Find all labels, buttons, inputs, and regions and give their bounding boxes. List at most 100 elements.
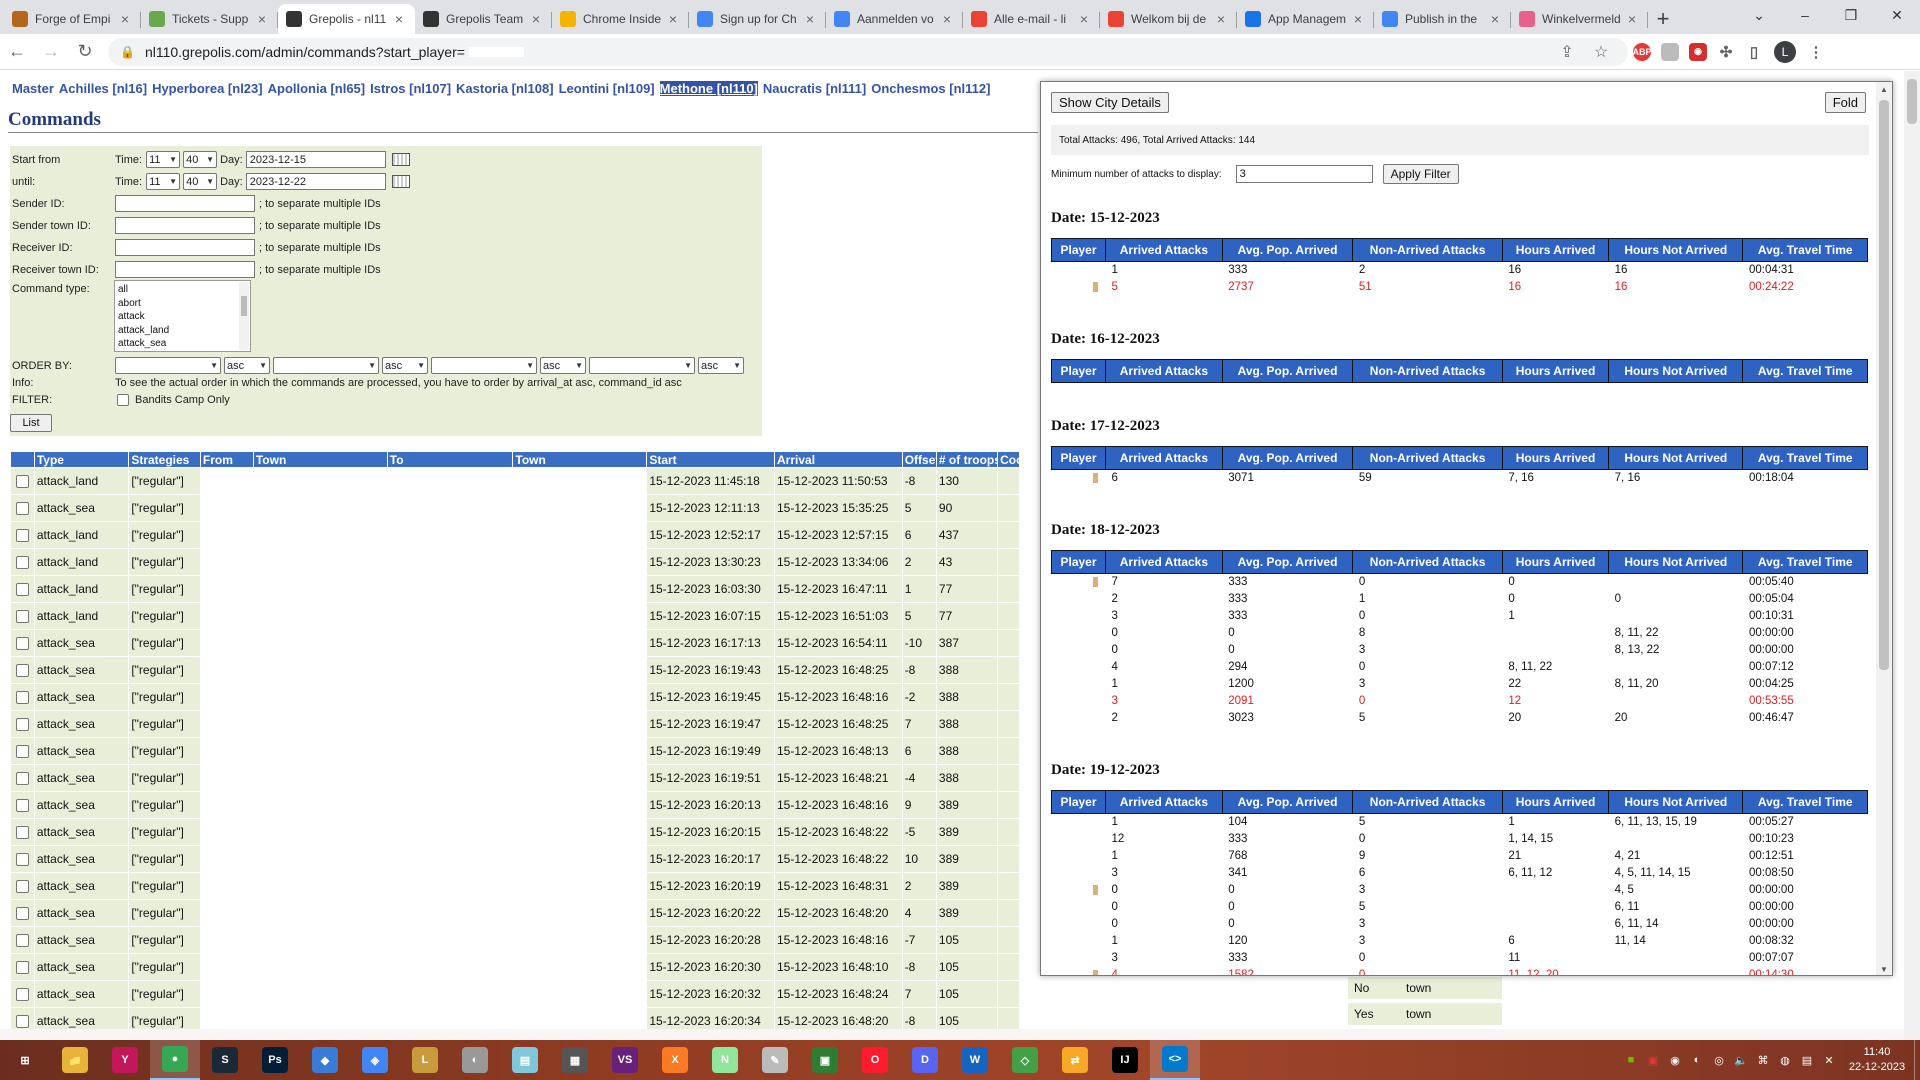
reload-icon[interactable]: ↻ <box>68 35 102 69</box>
taskbar-vscode[interactable]: <> <box>1150 1040 1200 1080</box>
receiver-town-input[interactable] <box>115 261 255 278</box>
row-checkbox[interactable] <box>11 684 34 710</box>
browser-tab[interactable]: Chrome Inside × <box>552 4 689 34</box>
nvidia-icon[interactable]: ■ <box>1620 1054 1642 1066</box>
row-checkbox[interactable] <box>11 495 34 521</box>
new-tab-button[interactable]: + <box>1648 4 1678 34</box>
tab-search-chevron-icon[interactable]: ⌄ <box>1736 0 1782 30</box>
address-bar[interactable]: 🔒 nl110.grepolis.com/admin/commands?star… <box>108 37 1628 66</box>
column-header[interactable]: Coo <box>998 452 1019 467</box>
sender-town-input[interactable] <box>115 217 255 234</box>
server-link[interactable]: Kastoria [nl108] <box>456 81 554 96</box>
adblock-extension-icon[interactable]: ABP <box>1628 38 1656 66</box>
tray-app-icon[interactable]: ◎ <box>1708 1054 1730 1067</box>
taskbar-windows-start[interactable]: ⊞ <box>0 1040 50 1080</box>
tab-close-icon[interactable]: × <box>939 11 955 27</box>
clock[interactable]: 11:40 22-12-2023 <box>1840 1045 1914 1075</box>
column-header[interactable]: Offset <box>902 452 936 467</box>
taskbar-app-diamond[interactable]: ◇ <box>1000 1040 1050 1080</box>
until-hour-select[interactable]: 11 ▼ <box>146 173 181 190</box>
row-checkbox[interactable] <box>11 927 34 953</box>
row-checkbox[interactable] <box>11 630 34 656</box>
browser-tab[interactable]: Sign up for Ch × <box>689 4 826 34</box>
browser-tab[interactable]: Aanmelden vo × <box>826 4 963 34</box>
start-hour-select[interactable]: 11 ▼ <box>146 151 181 168</box>
bookmark-star-icon[interactable]: ☆ <box>1586 42 1616 62</box>
until-minute-select[interactable]: 40 ▼ <box>183 173 218 190</box>
taskbar-notepadpp[interactable]: N <box>700 1040 750 1080</box>
fold-button[interactable]: Fold <box>1824 92 1866 113</box>
tray-app-icon[interactable]: ◐ <box>1686 1054 1708 1066</box>
server-link[interactable]: Istros [nl107] <box>370 81 451 96</box>
row-checkbox[interactable] <box>11 765 34 791</box>
tray-app-icon[interactable]: ◍ <box>1774 1054 1796 1067</box>
volume-icon[interactable]: 🔈 <box>1730 1054 1752 1067</box>
min-attacks-input[interactable]: 3 <box>1235 165 1373 183</box>
lock-icon[interactable]: 🔒 <box>120 45 135 59</box>
tab-close-icon[interactable]: × <box>254 11 270 27</box>
browser-tab[interactable]: Tickets - Supp × <box>141 4 278 34</box>
network-icon[interactable]: ⌘ <box>1752 1054 1774 1067</box>
until-day-input[interactable]: 2023-12-22 <box>245 173 386 190</box>
extension-red-icon[interactable]: ◉ <box>1684 38 1712 66</box>
tab-close-icon[interactable]: × <box>1213 11 1229 27</box>
server-link[interactable]: Master <box>12 81 54 96</box>
order-field-4-select[interactable]: ▼ <box>589 357 695 374</box>
share-icon[interactable]: ⇪ <box>1552 42 1582 62</box>
column-header[interactable]: Town <box>253 452 387 467</box>
browser-tab[interactable]: Forge of Empi × <box>4 4 141 34</box>
row-checkbox[interactable] <box>11 981 34 1007</box>
row-checkbox[interactable] <box>11 603 34 629</box>
server-link[interactable]: Leontini [nl109] <box>559 81 655 96</box>
order-dir-4-select[interactable]: asc ▼ <box>698 357 744 374</box>
row-checkbox[interactable] <box>11 522 34 548</box>
horizontal-scrollbar[interactable] <box>0 1029 1904 1040</box>
column-header[interactable]: To <box>387 452 513 467</box>
taskbar-app-pal[interactable]: ◐ <box>450 1040 500 1080</box>
listbox-scrollbar[interactable] <box>239 282 249 350</box>
tab-close-icon[interactable]: × <box>665 11 681 27</box>
column-header[interactable]: Start <box>647 452 774 467</box>
row-checkbox[interactable] <box>11 900 34 926</box>
command-type-option[interactable]: attack_land <box>118 324 247 338</box>
taskbar-league[interactable]: L <box>400 1040 450 1080</box>
column-header[interactable]: Town <box>513 452 647 467</box>
order-dir-2-select[interactable]: asc ▼ <box>382 357 428 374</box>
row-checkbox[interactable] <box>11 468 34 494</box>
show-desktop-button[interactable] <box>1914 1040 1920 1080</box>
start-minute-select[interactable]: 40 ▼ <box>183 151 218 168</box>
row-checkbox[interactable] <box>11 954 34 980</box>
taskbar-chrome[interactable]: ● <box>150 1040 200 1080</box>
row-checkbox[interactable] <box>11 576 34 602</box>
tray-app-icon[interactable]: ▤ <box>1796 1054 1818 1067</box>
server-link[interactable]: Onchesmos [nl112] <box>871 81 990 96</box>
tray-app-icon[interactable]: ◉ <box>1664 1054 1686 1067</box>
row-checkbox[interactable] <box>11 711 34 737</box>
taskbar-app-sheet[interactable]: ▣ <box>800 1040 850 1080</box>
column-header[interactable]: From <box>200 452 253 467</box>
panel-scrollbar[interactable]: ▲ ▼ <box>1876 82 1892 975</box>
taskbar-calculator[interactable]: ▦ <box>550 1040 600 1080</box>
profile-avatar[interactable]: L <box>1774 40 1796 63</box>
extensions-puzzle-icon[interactable]: ✣ <box>1712 38 1740 66</box>
tab-close-icon[interactable]: × <box>391 11 407 27</box>
browser-tab[interactable]: Grepolis - nl11 × <box>278 4 415 34</box>
close-window-icon[interactable]: ✕ <box>1874 0 1920 30</box>
calendar-icon[interactable] <box>391 175 410 188</box>
list-button[interactable]: List <box>10 414 52 432</box>
taskbar-app-blue[interactable]: ◆ <box>300 1040 350 1080</box>
row-checkbox[interactable] <box>11 738 34 764</box>
taskbar-intellij[interactable]: IJ <box>1100 1040 1150 1080</box>
column-header[interactable]: Type <box>34 452 129 467</box>
forward-icon[interactable]: → <box>34 35 68 69</box>
show-city-details-button[interactable]: Show City Details <box>1051 92 1169 113</box>
row-checkbox[interactable] <box>11 873 34 899</box>
server-link[interactable]: Methone [nl110] <box>659 81 758 96</box>
taskbar-steam[interactable]: S <box>200 1040 250 1080</box>
side-panel-icon[interactable]: ▯ <box>1740 38 1768 66</box>
command-type-option[interactable]: all <box>118 283 247 297</box>
minimize-icon[interactable]: – <box>1782 0 1828 30</box>
row-checkbox[interactable] <box>11 819 34 845</box>
taskbar-visual-studio[interactable]: VS <box>600 1040 650 1080</box>
order-field-2-select[interactable]: ▼ <box>273 357 379 374</box>
